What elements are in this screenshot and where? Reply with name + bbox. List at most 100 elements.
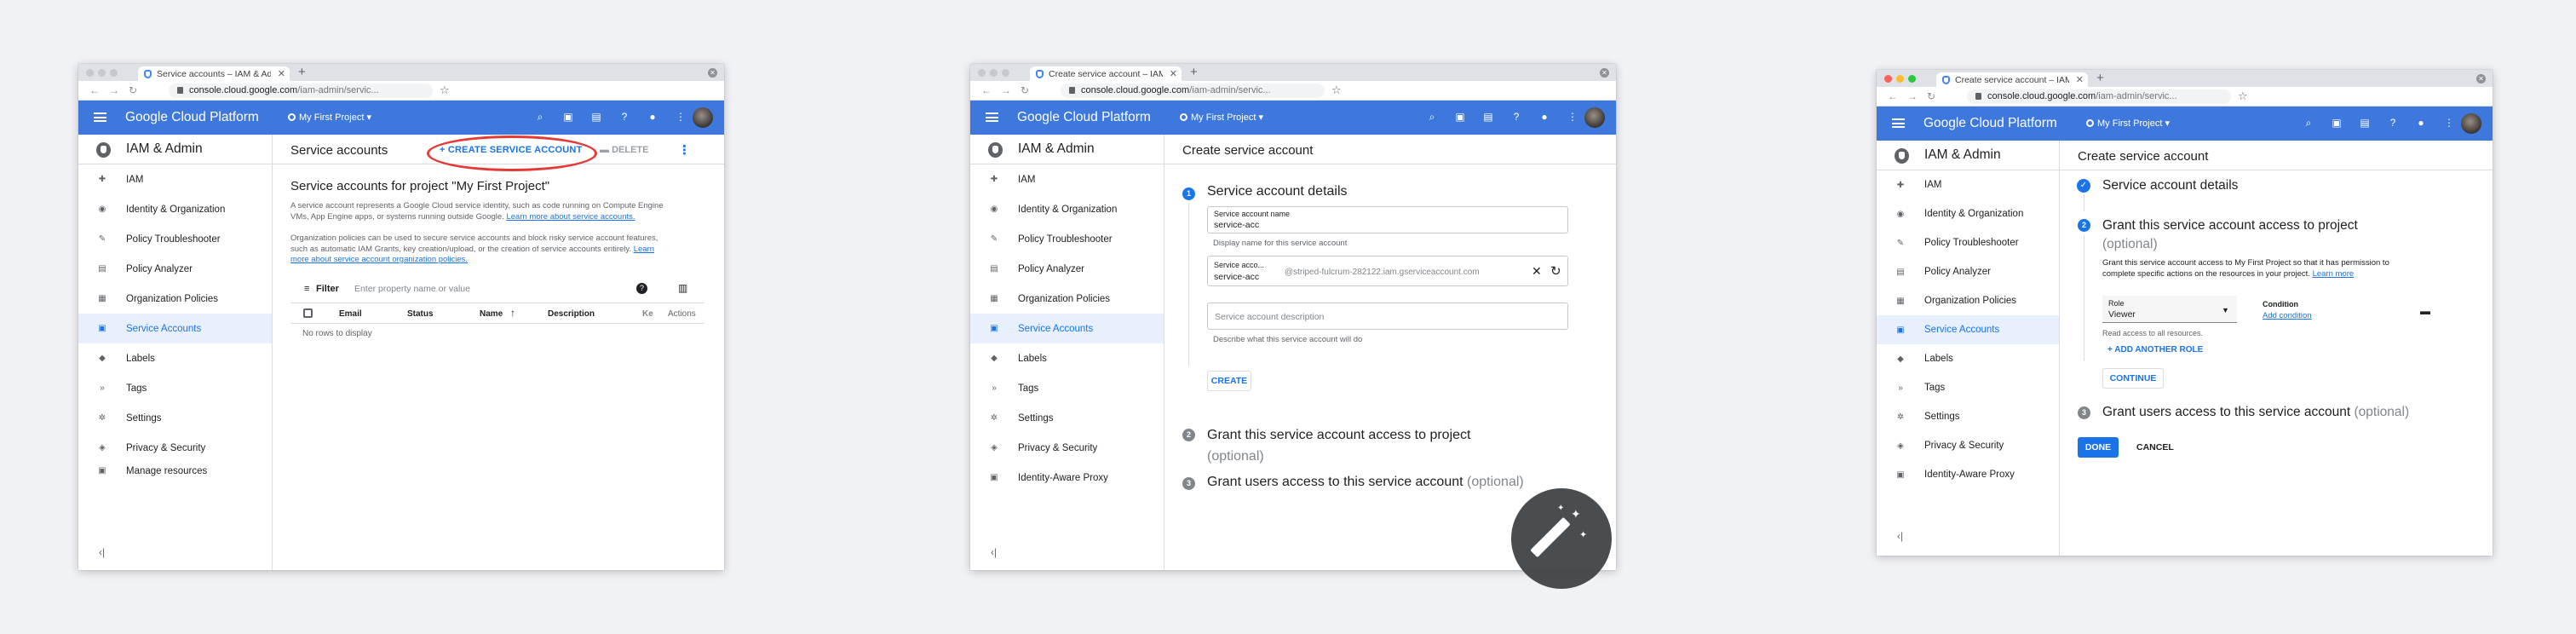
collapse-sidebar-icon[interactable]: ‹| <box>99 546 105 558</box>
step-1-title[interactable]: Service account details <box>2102 178 2238 193</box>
browser-tab[interactable]: Service accounts – IAM & Admin✕ <box>138 66 290 81</box>
sidebar-item-identity[interactable]: ◉ Identity & Organization <box>970 194 1164 224</box>
role-select[interactable]: Role Viewer ▼ <box>2102 296 2237 323</box>
bell-icon[interactable]: ● <box>1538 111 1550 124</box>
back-icon[interactable]: ← <box>1888 90 1898 102</box>
service-account-id-field[interactable]: Service acco... service-acc @striped-ful… <box>1207 256 1568 286</box>
reload-icon[interactable]: ↻ <box>1927 90 1935 102</box>
reload-icon[interactable]: ↻ <box>1021 84 1029 96</box>
project-selector[interactable]: My First Project ▾ <box>2086 118 2170 129</box>
arrow-up-icon[interactable]: ↑ <box>510 307 515 319</box>
window-controls[interactable] <box>86 69 118 77</box>
avatar[interactable] <box>2461 113 2481 134</box>
sidebar-item-identity-aware-proxy[interactable]: ▣ Identity-Aware Proxy <box>1877 460 2059 489</box>
gcp-title[interactable]: Google Cloud Platform <box>125 110 259 125</box>
help-icon[interactable]: ? <box>2387 117 2399 130</box>
gift-icon[interactable]: ▣ <box>2331 117 2343 130</box>
trash-icon[interactable]: ▬ <box>2420 305 2430 317</box>
sidebar-item-service-accounts[interactable]: ▣ Service Accounts <box>78 314 272 343</box>
sidebar-item-policy-analyzer[interactable]: ▤ Policy Analyzer <box>1877 257 2059 286</box>
sidebar-item-service-accounts[interactable]: ▣ Service Accounts <box>1877 315 2059 344</box>
sidebar-item-org-policies[interactable]: ▦ Organization Policies <box>1877 286 2059 315</box>
sidebar-item-labels[interactable]: ◆ Labels <box>970 343 1164 373</box>
collapse-sidebar-icon[interactable]: ‹| <box>1897 530 1903 542</box>
column-display-icon[interactable]: ▥ <box>678 282 687 294</box>
help-icon[interactable]: ? <box>1510 111 1522 124</box>
close-tab-icon[interactable]: ✕ <box>278 68 285 79</box>
sidebar-item-identity-aware-proxy[interactable]: ▣ Identity-Aware Proxy <box>970 463 1164 493</box>
sidebar-item-service-accounts[interactable]: ▣ Service Accounts <box>970 314 1164 343</box>
column-key[interactable]: Ke <box>642 309 653 319</box>
more-vert-icon[interactable]: ⋮ <box>678 142 691 158</box>
window-close-icon[interactable]: ✕ <box>708 68 717 78</box>
sidebar-item-identity[interactable]: ◉ Identity & Organization <box>78 194 272 224</box>
clear-icon[interactable]: ✕ <box>1532 264 1542 279</box>
filter-input[interactable]: Enter property name or value <box>354 284 470 294</box>
url-input[interactable]: console.cloud.google.com/iam-admin/servi… <box>1967 89 2231 104</box>
window-close-icon[interactable]: ✕ <box>1600 68 1609 78</box>
new-tab-icon[interactable]: + <box>1190 65 1198 79</box>
learn-more-link[interactable]: Learn more <box>2313 269 2355 279</box>
sidebar-item-settings[interactable]: ✲ Settings <box>1877 402 2059 431</box>
help-icon[interactable]: ? <box>618 111 630 124</box>
sidebar-item-iam[interactable]: ✚ IAM <box>1877 170 2059 199</box>
collapse-sidebar-icon[interactable]: ‹| <box>991 546 997 558</box>
window-close-icon[interactable]: ✕ <box>2476 74 2486 84</box>
terminal-icon[interactable]: ▤ <box>590 111 602 124</box>
help-icon[interactable]: ? <box>636 283 647 294</box>
sidebar-item-privacy[interactable]: ◈ Privacy & Security <box>78 433 272 463</box>
done-button[interactable]: DONE <box>2078 437 2119 458</box>
sidebar-item-identity[interactable]: ◉ Identity & Organization <box>1877 199 2059 228</box>
sidebar-item-iam[interactable]: ✚ IAM <box>78 164 272 194</box>
hamburger-menu-icon[interactable] <box>94 112 106 122</box>
bookmark-star-icon[interactable]: ☆ <box>440 84 450 97</box>
column-status[interactable]: Status <box>407 309 434 319</box>
gcp-title[interactable]: Google Cloud Platform <box>1923 116 2057 131</box>
gift-icon[interactable]: ▣ <box>1454 111 1466 124</box>
refresh-icon[interactable]: ↻ <box>1550 263 1561 279</box>
delete-button[interactable]: ▬ DELETE <box>600 145 648 155</box>
sidebar-item-org-policies[interactable]: ▦ Organization Policies <box>970 284 1164 314</box>
terminal-icon[interactable]: ▤ <box>1482 111 1494 124</box>
service-account-name-field[interactable]: Service account name service-acc <box>1207 206 1568 233</box>
service-account-description-field[interactable]: Service account description <box>1207 303 1568 330</box>
gcp-title[interactable]: Google Cloud Platform <box>1017 110 1151 125</box>
reload-icon[interactable]: ↻ <box>129 84 137 96</box>
sidebar-item-policy-troubleshooter[interactable]: ✎ Policy Troubleshooter <box>1877 228 2059 257</box>
learn-more-link[interactable]: Learn more about service accounts. <box>506 212 635 222</box>
avatar[interactable] <box>1584 107 1605 128</box>
sidebar-item-policy-analyzer[interactable]: ▤ Policy Analyzer <box>970 254 1164 284</box>
browser-tab[interactable]: Create service account – IAM & Admin✕ <box>1936 72 2088 87</box>
search-icon[interactable]: ⌕ <box>1426 111 1438 124</box>
learn-more-link[interactable]: Learn <box>634 245 654 254</box>
select-all-checkbox[interactable] <box>303 308 313 318</box>
back-icon[interactable]: ← <box>981 84 992 96</box>
sidebar-item-privacy[interactable]: ◈ Privacy & Security <box>970 433 1164 463</box>
close-tab-icon[interactable]: ✕ <box>1170 68 1177 79</box>
sidebar-item-tags[interactable]: » Tags <box>1877 373 2059 402</box>
continue-button[interactable]: CONTINUE <box>2102 368 2164 389</box>
sidebar-item-privacy[interactable]: ◈ Privacy & Security <box>1877 431 2059 460</box>
more-vert-icon[interactable]: ⋮ <box>1567 111 1578 124</box>
forward-icon[interactable]: → <box>1907 90 1918 102</box>
magic-wand-button[interactable]: ✦ ✦ ✦ <box>1511 488 1612 589</box>
bell-icon[interactable]: ● <box>2415 117 2427 130</box>
sidebar-item-policy-troubleshooter[interactable]: ✎ Policy Troubleshooter <box>970 224 1164 254</box>
browser-tab[interactable]: Create service account – IAM & Admin✕ <box>1030 66 1182 81</box>
sidebar-item-labels[interactable]: ◆ Labels <box>78 343 272 373</box>
sidebar-item-labels[interactable]: ◆ Labels <box>1877 344 2059 373</box>
sidebar-item-settings[interactable]: ✲ Settings <box>970 403 1164 433</box>
org-policies-link[interactable]: more about service account organization … <box>290 255 468 264</box>
bookmark-star-icon[interactable]: ☆ <box>2238 89 2248 103</box>
more-vert-icon[interactable]: ⋮ <box>675 111 687 124</box>
sidebar-item-tags[interactable]: » Tags <box>970 373 1164 403</box>
avatar[interactable] <box>693 107 713 128</box>
more-vert-icon[interactable]: ⋮ <box>2443 117 2455 130</box>
new-tab-icon[interactable]: + <box>2096 71 2104 85</box>
project-selector[interactable]: My First Project ▾ <box>1180 112 1263 123</box>
sidebar-item-policy-troubleshooter[interactable]: ✎ Policy Troubleshooter <box>78 224 272 254</box>
hamburger-menu-icon[interactable] <box>1892 118 1905 128</box>
search-icon[interactable]: ⌕ <box>534 111 546 124</box>
sidebar-item-settings[interactable]: ✲ Settings <box>78 403 272 433</box>
sidebar-item-manage-resources[interactable]: ▣ Manage resources <box>78 460 272 481</box>
